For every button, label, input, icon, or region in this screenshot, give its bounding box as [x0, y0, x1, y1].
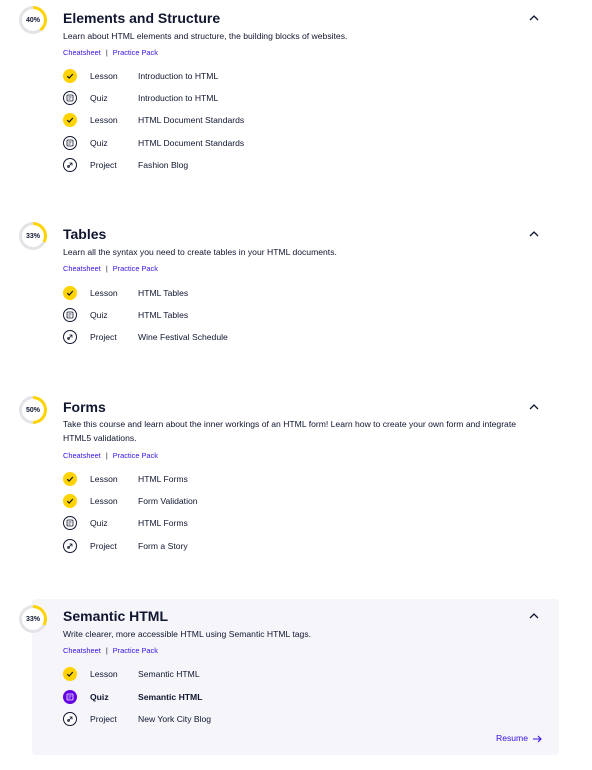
- progress-percent: 50%: [25, 406, 40, 414]
- item-type: Project: [90, 541, 117, 551]
- project-icon: [63, 330, 77, 344]
- item-type: Project: [90, 160, 117, 170]
- list-item[interactable]: Quiz HTML Tables: [63, 307, 463, 323]
- item-name: Introduction to HTML: [138, 93, 219, 103]
- module-title: Forms: [63, 399, 106, 415]
- module-description: Write clearer, more accessible HTML usin…: [63, 629, 312, 639]
- item-name: HTML Forms: [138, 474, 188, 484]
- list-item[interactable]: Quiz HTML Document Standards: [63, 135, 463, 151]
- module-description: Learn about HTML elements and structure,…: [63, 31, 348, 41]
- list-item[interactable]: Lesson Form Validation: [63, 493, 463, 509]
- quiz-icon: [63, 690, 77, 704]
- item-name: Fashion Blog: [138, 160, 189, 170]
- item-name: HTML Tables: [138, 310, 189, 320]
- project-icon: [63, 158, 77, 172]
- list-item[interactable]: Lesson HTML Tables: [63, 285, 463, 301]
- item-name: HTML Document Standards: [138, 138, 245, 148]
- resume-label: Resume: [496, 733, 528, 743]
- module-title: Elements and Structure: [63, 10, 221, 26]
- list-item[interactable]: Lesson HTML Forms: [63, 471, 463, 487]
- module-links: Cheatsheet | Practice Pack: [63, 264, 158, 273]
- cheatsheet-link[interactable]: Cheatsheet: [63, 48, 101, 57]
- progress-percent: 33%: [25, 232, 40, 240]
- item-type: Project: [90, 714, 117, 724]
- item-name: Form a Story: [138, 541, 188, 551]
- item-type: Lesson: [90, 115, 118, 125]
- item-type: Quiz: [90, 138, 108, 148]
- item-type: Lesson: [90, 71, 118, 81]
- module-title: Tables: [63, 226, 107, 242]
- list-item[interactable]: Quiz Semantic HTML: [63, 689, 463, 705]
- progress-ring: 33%: [19, 605, 47, 633]
- progress-ring: 33%: [19, 222, 47, 250]
- item-type: Quiz: [90, 93, 108, 103]
- arrow-right-icon: [533, 735, 543, 743]
- check-icon: [63, 667, 77, 681]
- cheatsheet-link[interactable]: Cheatsheet: [63, 451, 101, 460]
- project-icon: [63, 712, 77, 726]
- quiz-icon: [63, 136, 77, 150]
- list-item[interactable]: Lesson HTML Document Standards: [63, 112, 463, 128]
- module-description: Learn all the syntax you need to create …: [63, 247, 337, 257]
- practice-pack-link[interactable]: Practice Pack: [113, 451, 158, 460]
- list-item[interactable]: Quiz HTML Forms: [63, 515, 463, 531]
- item-type: Quiz: [90, 692, 109, 702]
- item-type: Lesson: [90, 669, 118, 679]
- quiz-icon: [63, 516, 77, 530]
- check-icon: [63, 472, 77, 486]
- module-description: Take this course and learn about the inn…: [63, 419, 517, 443]
- item-type: Lesson: [90, 288, 118, 298]
- resume-link[interactable]: Resume: [496, 733, 543, 743]
- item-name: Semantic HTML: [138, 692, 203, 702]
- chevron-up-icon[interactable]: [527, 609, 541, 623]
- progress-percent: 40%: [25, 16, 40, 24]
- list-item[interactable]: Project Form a Story: [63, 538, 463, 554]
- module-links: Cheatsheet | Practice Pack: [63, 451, 158, 460]
- item-name: Wine Festival Schedule: [138, 332, 228, 342]
- check-icon: [63, 286, 77, 300]
- item-name: Introduction to HTML: [138, 71, 219, 81]
- check-icon: [63, 69, 77, 83]
- practice-pack-link[interactable]: Practice Pack: [113, 264, 158, 273]
- item-type: Project: [90, 332, 117, 342]
- check-icon: [63, 494, 77, 508]
- cheatsheet-link[interactable]: Cheatsheet: [63, 264, 101, 273]
- chevron-up-icon[interactable]: [527, 227, 541, 241]
- quiz-icon: [63, 308, 77, 322]
- item-type: Quiz: [90, 310, 108, 320]
- item-type: Lesson: [90, 496, 118, 506]
- progress-ring: 40%: [19, 6, 47, 34]
- module-title: Semantic HTML: [63, 608, 169, 624]
- item-type: Quiz: [90, 518, 108, 528]
- item-name: HTML Forms: [138, 518, 188, 528]
- practice-pack-link[interactable]: Practice Pack: [113, 646, 158, 655]
- chevron-up-icon[interactable]: [527, 11, 541, 25]
- chevron-up-icon[interactable]: [527, 400, 541, 414]
- list-item[interactable]: Project Fashion Blog: [63, 157, 463, 173]
- list-item[interactable]: Project Wine Festival Schedule: [63, 329, 463, 345]
- list-item[interactable]: Lesson Introduction to HTML: [63, 68, 463, 84]
- quiz-icon: [63, 91, 77, 105]
- progress-percent: 33%: [25, 615, 40, 623]
- list-item[interactable]: Project New York City Blog: [63, 711, 463, 727]
- list-item[interactable]: Lesson Semantic HTML: [63, 666, 463, 682]
- project-icon: [63, 539, 77, 553]
- list-item[interactable]: Quiz Introduction to HTML: [63, 90, 463, 106]
- item-name: Semantic HTML: [138, 669, 200, 679]
- item-name: New York City Blog: [138, 714, 212, 724]
- progress-ring: 50%: [19, 396, 47, 424]
- module-links: Cheatsheet | Practice Pack: [63, 646, 158, 655]
- practice-pack-link[interactable]: Practice Pack: [113, 48, 158, 57]
- item-name: HTML Document Standards: [138, 115, 245, 125]
- check-icon: [63, 113, 77, 127]
- item-name: HTML Tables: [138, 288, 189, 298]
- item-type: Lesson: [90, 474, 118, 484]
- module-links: Cheatsheet | Practice Pack: [63, 48, 158, 57]
- cheatsheet-link[interactable]: Cheatsheet: [63, 646, 101, 655]
- item-name: Form Validation: [138, 496, 198, 506]
